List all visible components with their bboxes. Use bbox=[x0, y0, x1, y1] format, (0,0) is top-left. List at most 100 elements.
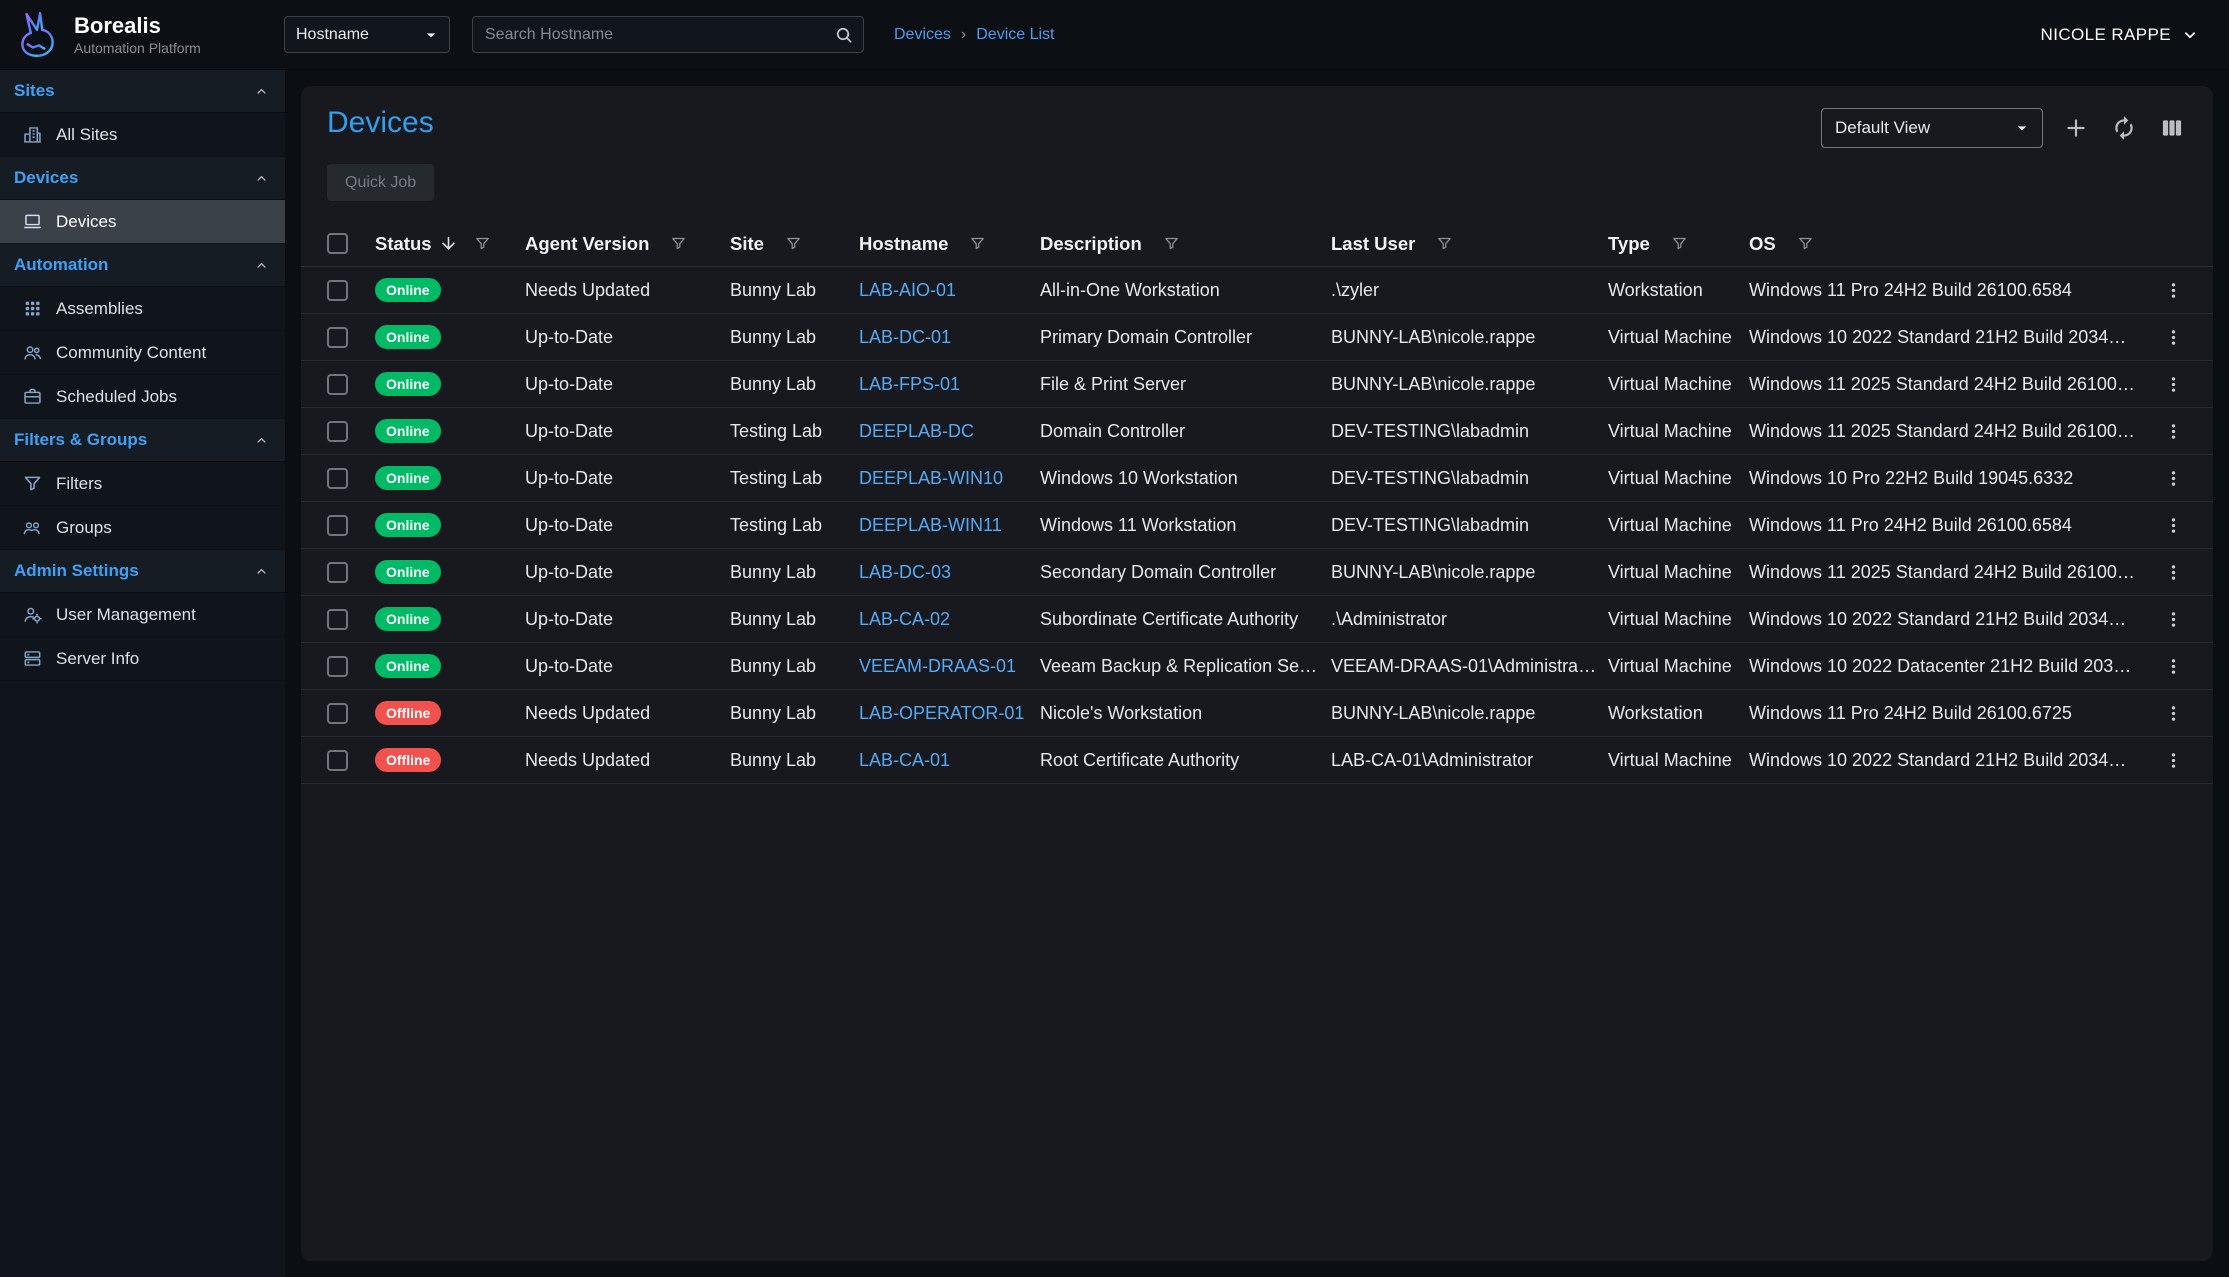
column-header-agent-version[interactable]: Agent Version bbox=[525, 233, 730, 255]
row-select-checkbox[interactable] bbox=[327, 703, 348, 724]
last-user-text: BUNNY-LAB\nicole.rappe bbox=[1331, 327, 1535, 347]
table-body: OnlineNeeds UpdatedBunny LabLAB-AIO-01Al… bbox=[301, 267, 2213, 784]
hostname-link[interactable]: LAB-DC-03 bbox=[859, 562, 951, 582]
sidebar-item-groups[interactable]: Groups bbox=[0, 506, 285, 550]
hostname-link[interactable]: DEEPLAB-DC bbox=[859, 421, 974, 441]
row-menu-button[interactable] bbox=[2163, 656, 2184, 677]
row-select-checkbox[interactable] bbox=[327, 280, 348, 301]
hostname-link[interactable]: LAB-CA-01 bbox=[859, 750, 950, 770]
sidebar-section-admin-settings[interactable]: Admin Settings bbox=[0, 550, 285, 593]
row-select-checkbox[interactable] bbox=[327, 421, 348, 442]
search-input[interactable] bbox=[472, 16, 864, 53]
agent-version-text-cell: Up-to-Date bbox=[525, 327, 730, 348]
type-text: Virtual Machine bbox=[1608, 609, 1732, 629]
column-header-site[interactable]: Site bbox=[730, 233, 859, 255]
column-header-hostname[interactable]: Hostname bbox=[859, 233, 1040, 255]
hostname-link[interactable]: DEEPLAB-WIN10 bbox=[859, 468, 1003, 488]
row-select-checkbox[interactable] bbox=[327, 374, 348, 395]
row-menu-button[interactable] bbox=[2163, 609, 2184, 630]
row-actions-cell bbox=[2145, 750, 2201, 771]
table-row: OnlineUp-to-DateTesting LabDEEPLAB-WIN11… bbox=[301, 502, 2213, 549]
sidebar-section-filters-groups[interactable]: Filters & Groups bbox=[0, 419, 285, 462]
search-icon[interactable] bbox=[834, 25, 854, 45]
hostname-link[interactable]: LAB-CA-02 bbox=[859, 609, 950, 629]
description-text-cell: Windows 11 Workstation bbox=[1040, 515, 1331, 536]
sidebar-item-label: Scheduled Jobs bbox=[56, 387, 177, 407]
sidebar-section-devices[interactable]: Devices bbox=[0, 157, 285, 200]
add-view-button[interactable] bbox=[2061, 113, 2091, 143]
row-select-checkbox[interactable] bbox=[327, 327, 348, 348]
column-header-description[interactable]: Description bbox=[1040, 233, 1331, 255]
row-menu-button[interactable] bbox=[2163, 703, 2184, 724]
breadcrumb: Devices › Device List bbox=[894, 26, 1054, 44]
sidebar-item-server-info[interactable]: Server Info bbox=[0, 637, 285, 681]
description-text: Secondary Domain Controller bbox=[1040, 562, 1276, 582]
row-select-checkbox[interactable] bbox=[327, 562, 348, 583]
os-text: Windows 10 2022 Standard 21H2 Build 2034… bbox=[1749, 327, 2145, 347]
site-text: Bunny Lab bbox=[730, 280, 816, 300]
row-select-checkbox[interactable] bbox=[327, 750, 348, 771]
sidebar-item-community-content[interactable]: Community Content bbox=[0, 331, 285, 375]
description-text-cell: Subordinate Certificate Authority bbox=[1040, 609, 1331, 630]
quick-job-button[interactable]: Quick Job bbox=[327, 164, 434, 201]
search-field-select[interactable]: Hostname bbox=[284, 16, 450, 53]
row-menu-button[interactable] bbox=[2163, 374, 2184, 395]
column-header-type[interactable]: Type bbox=[1608, 233, 1749, 255]
hostname-link[interactable]: VEEAM-DRAAS-01 bbox=[859, 656, 1016, 676]
row-actions-cell bbox=[2145, 280, 2201, 301]
last-user-text: BUNNY-LAB\nicole.rappe bbox=[1331, 562, 1535, 582]
view-select[interactable]: Default View bbox=[1821, 108, 2043, 148]
breadcrumb-device-list[interactable]: Device List bbox=[976, 26, 1054, 44]
row-menu-button[interactable] bbox=[2163, 280, 2184, 301]
sidebar-item-assemblies[interactable]: Assemblies bbox=[0, 287, 285, 331]
breadcrumb-devices[interactable]: Devices bbox=[894, 26, 951, 44]
hostname-link[interactable]: LAB-FPS-01 bbox=[859, 374, 960, 394]
column-header-status[interactable]: Status bbox=[375, 233, 525, 255]
row-checkbox-cell bbox=[327, 280, 375, 301]
table-row: OnlineUp-to-DateBunny LabLAB-DC-03Second… bbox=[301, 549, 2213, 596]
type-text-cell: Virtual Machine bbox=[1608, 515, 1749, 536]
agent-version-text-cell: Up-to-Date bbox=[525, 562, 730, 583]
sidebar-section-sites[interactable]: Sites bbox=[0, 70, 285, 113]
sidebar-item-user-management[interactable]: User Management bbox=[0, 593, 285, 637]
status-cell: Online bbox=[375, 654, 525, 678]
row-menu-button[interactable] bbox=[2163, 515, 2184, 536]
site-text: Bunny Lab bbox=[730, 703, 816, 723]
row-select-checkbox[interactable] bbox=[327, 609, 348, 630]
sidebar-section-label: Filters & Groups bbox=[14, 430, 147, 450]
sidebar-item-devices[interactable]: Devices bbox=[0, 200, 285, 244]
row-menu-button[interactable] bbox=[2163, 562, 2184, 583]
row-select-checkbox[interactable] bbox=[327, 656, 348, 677]
hostname-link[interactable]: LAB-AIO-01 bbox=[859, 280, 956, 300]
refresh-button[interactable] bbox=[2109, 113, 2139, 143]
sidebar-item-filters[interactable]: Filters bbox=[0, 462, 285, 506]
main-content: Devices Default View bbox=[285, 70, 2229, 1277]
last-user-text-cell: .\Administrator bbox=[1331, 609, 1608, 630]
sidebar-section-automation[interactable]: Automation bbox=[0, 244, 285, 287]
row-menu-button[interactable] bbox=[2163, 421, 2184, 442]
column-header-last-user[interactable]: Last User bbox=[1331, 233, 1608, 255]
column-header-os[interactable]: OS bbox=[1749, 233, 2145, 255]
filter-icon bbox=[1671, 235, 1688, 252]
sidebar-item-scheduled-jobs[interactable]: Scheduled Jobs bbox=[0, 375, 285, 419]
topbar: Borealis Automation Platform Hostname De… bbox=[0, 0, 2229, 70]
row-menu-button[interactable] bbox=[2163, 468, 2184, 489]
os-text-cell: Windows 10 2022 Datacenter 21H2 Build 20… bbox=[1749, 656, 2145, 677]
row-menu-button[interactable] bbox=[2163, 750, 2184, 771]
agent-version-text: Up-to-Date bbox=[525, 421, 613, 441]
caret-down-icon bbox=[2012, 118, 2032, 138]
hostname-link[interactable]: LAB-OPERATOR-01 bbox=[859, 703, 1024, 723]
row-menu-button[interactable] bbox=[2163, 327, 2184, 348]
last-user-text-cell: DEV-TESTING\labadmin bbox=[1331, 421, 1608, 442]
row-select-checkbox[interactable] bbox=[327, 515, 348, 536]
columns-button[interactable] bbox=[2157, 113, 2187, 143]
hostname-link[interactable]: LAB-DC-01 bbox=[859, 327, 951, 347]
column-header-label: Agent Version bbox=[525, 233, 649, 255]
hostname-link[interactable]: DEEPLAB-WIN11 bbox=[859, 515, 1002, 535]
type-text: Workstation bbox=[1608, 703, 1703, 723]
row-select-checkbox[interactable] bbox=[327, 468, 348, 489]
select-all-checkbox[interactable] bbox=[327, 233, 348, 254]
caret-down-icon bbox=[421, 25, 441, 45]
sidebar-item-all-sites[interactable]: All Sites bbox=[0, 113, 285, 157]
user-menu[interactable]: NICOLE RAPPE bbox=[2041, 25, 2199, 45]
